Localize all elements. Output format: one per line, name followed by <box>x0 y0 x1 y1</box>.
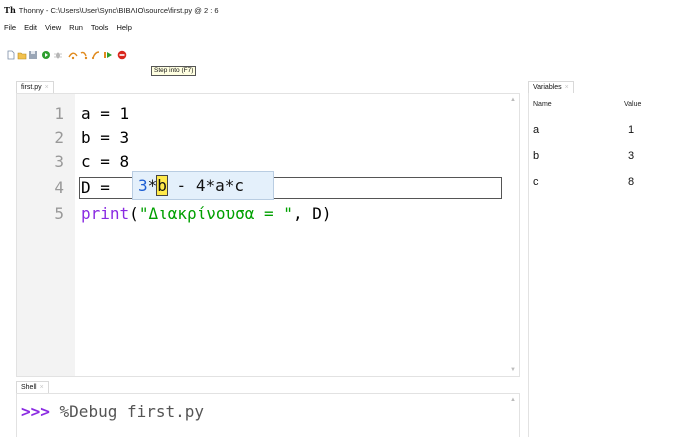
shell-prompt: >>> <box>21 402 50 421</box>
code-rest: , D) <box>292 204 332 223</box>
variable-name[interactable]: c <box>533 176 539 188</box>
scroll-up-arrow-icon[interactable]: ▲ <box>510 397 516 403</box>
step-into-tooltip: Step into (F7) <box>151 66 197 76</box>
step-out-icon[interactable] <box>91 50 101 60</box>
shell-command: %Debug first.py <box>49 402 205 421</box>
line-number: 3 <box>54 152 64 171</box>
window-title: Thonny - C:\Users\User\Sync\ΒΙΒΛΙΟ\sourc… <box>18 5 219 15</box>
line-number: 5 <box>54 204 64 223</box>
menu-run[interactable]: Run <box>69 23 83 32</box>
eval-operator: * <box>147 176 158 195</box>
variable-name[interactable]: b <box>533 150 539 162</box>
menu-bar: File Edit View Run Tools Help <box>0 21 140 33</box>
menu-help[interactable]: Help <box>116 23 131 32</box>
code-editor[interactable]: 1 2 3 4 5 a = 1 b = 3 c = 8 D = 3*b - 4*… <box>16 93 520 377</box>
thonny-logo-icon: Th <box>4 5 16 15</box>
variables-panel: Name Value a 1 b 3 c 8 <box>528 93 686 437</box>
tab-label: Shell <box>21 384 37 391</box>
menu-view[interactable]: View <box>45 23 61 32</box>
variable-name[interactable]: a <box>533 124 539 136</box>
toolbar <box>0 34 686 64</box>
run-icon[interactable] <box>41 50 51 60</box>
close-icon[interactable]: × <box>40 384 44 391</box>
column-header-name[interactable]: Name <box>533 101 552 108</box>
variable-value[interactable]: 3 <box>628 150 634 162</box>
line-number: 2 <box>54 128 64 147</box>
paren: ( <box>129 204 139 223</box>
stop-icon[interactable] <box>117 50 127 60</box>
code-line[interactable]: D = <box>81 178 120 198</box>
eval-number: 3 <box>138 176 148 195</box>
new-file-icon[interactable] <box>6 50 16 60</box>
scroll-up-arrow-icon[interactable]: ▲ <box>510 97 516 103</box>
shell-panel[interactable]: >>> %Debug first.py ▲ <box>16 393 520 437</box>
print-keyword: print <box>81 204 130 223</box>
code-line[interactable]: a = 1 <box>81 104 129 124</box>
menu-tools[interactable]: Tools <box>91 23 109 32</box>
title-bar: Th Thonny - C:\Users\User\Sync\ΒΙΒΛΙΟ\so… <box>0 0 686 20</box>
shell-line: >>> %Debug first.py <box>21 402 204 421</box>
open-folder-icon[interactable] <box>17 50 27 60</box>
menu-file[interactable]: File <box>4 23 16 32</box>
menu-edit[interactable]: Edit <box>24 23 37 32</box>
save-icon[interactable] <box>28 50 38 60</box>
line-number: 4 <box>54 178 64 197</box>
editor-scrollbar[interactable]: ▲ ▼ <box>507 94 519 376</box>
resume-icon[interactable] <box>103 50 113 60</box>
column-header-value[interactable]: Value <box>624 101 641 108</box>
scroll-down-arrow-icon[interactable]: ▼ <box>510 367 516 373</box>
close-icon[interactable]: × <box>45 84 49 91</box>
step-over-icon[interactable] <box>68 50 78 60</box>
tab-variables[interactable]: Variables × <box>528 81 574 93</box>
line-number: 1 <box>54 104 64 123</box>
debug-icon[interactable] <box>53 50 63 60</box>
code-line[interactable]: c = 8 <box>81 152 129 172</box>
variable-value[interactable]: 8 <box>628 176 634 188</box>
tab-first-py[interactable]: first.py × <box>16 81 54 93</box>
step-into-icon[interactable] <box>80 50 90 60</box>
expression-evaluation-box: 3*b - 4*a*c <box>132 171 274 200</box>
eval-highlight: b <box>156 175 168 196</box>
code-line[interactable]: print("Διακρίνουσα = ", D) <box>81 204 331 224</box>
tab-shell[interactable]: Shell × <box>16 381 49 393</box>
variable-value[interactable]: 1 <box>628 124 634 136</box>
eval-rest: - 4*a*c <box>166 176 244 195</box>
string-literal: "Διακρίνουσα = " <box>138 204 293 223</box>
tab-label: Variables <box>533 84 562 91</box>
code-line[interactable]: b = 3 <box>81 128 129 148</box>
close-icon[interactable]: × <box>565 84 569 91</box>
tab-label: first.py <box>21 84 42 91</box>
